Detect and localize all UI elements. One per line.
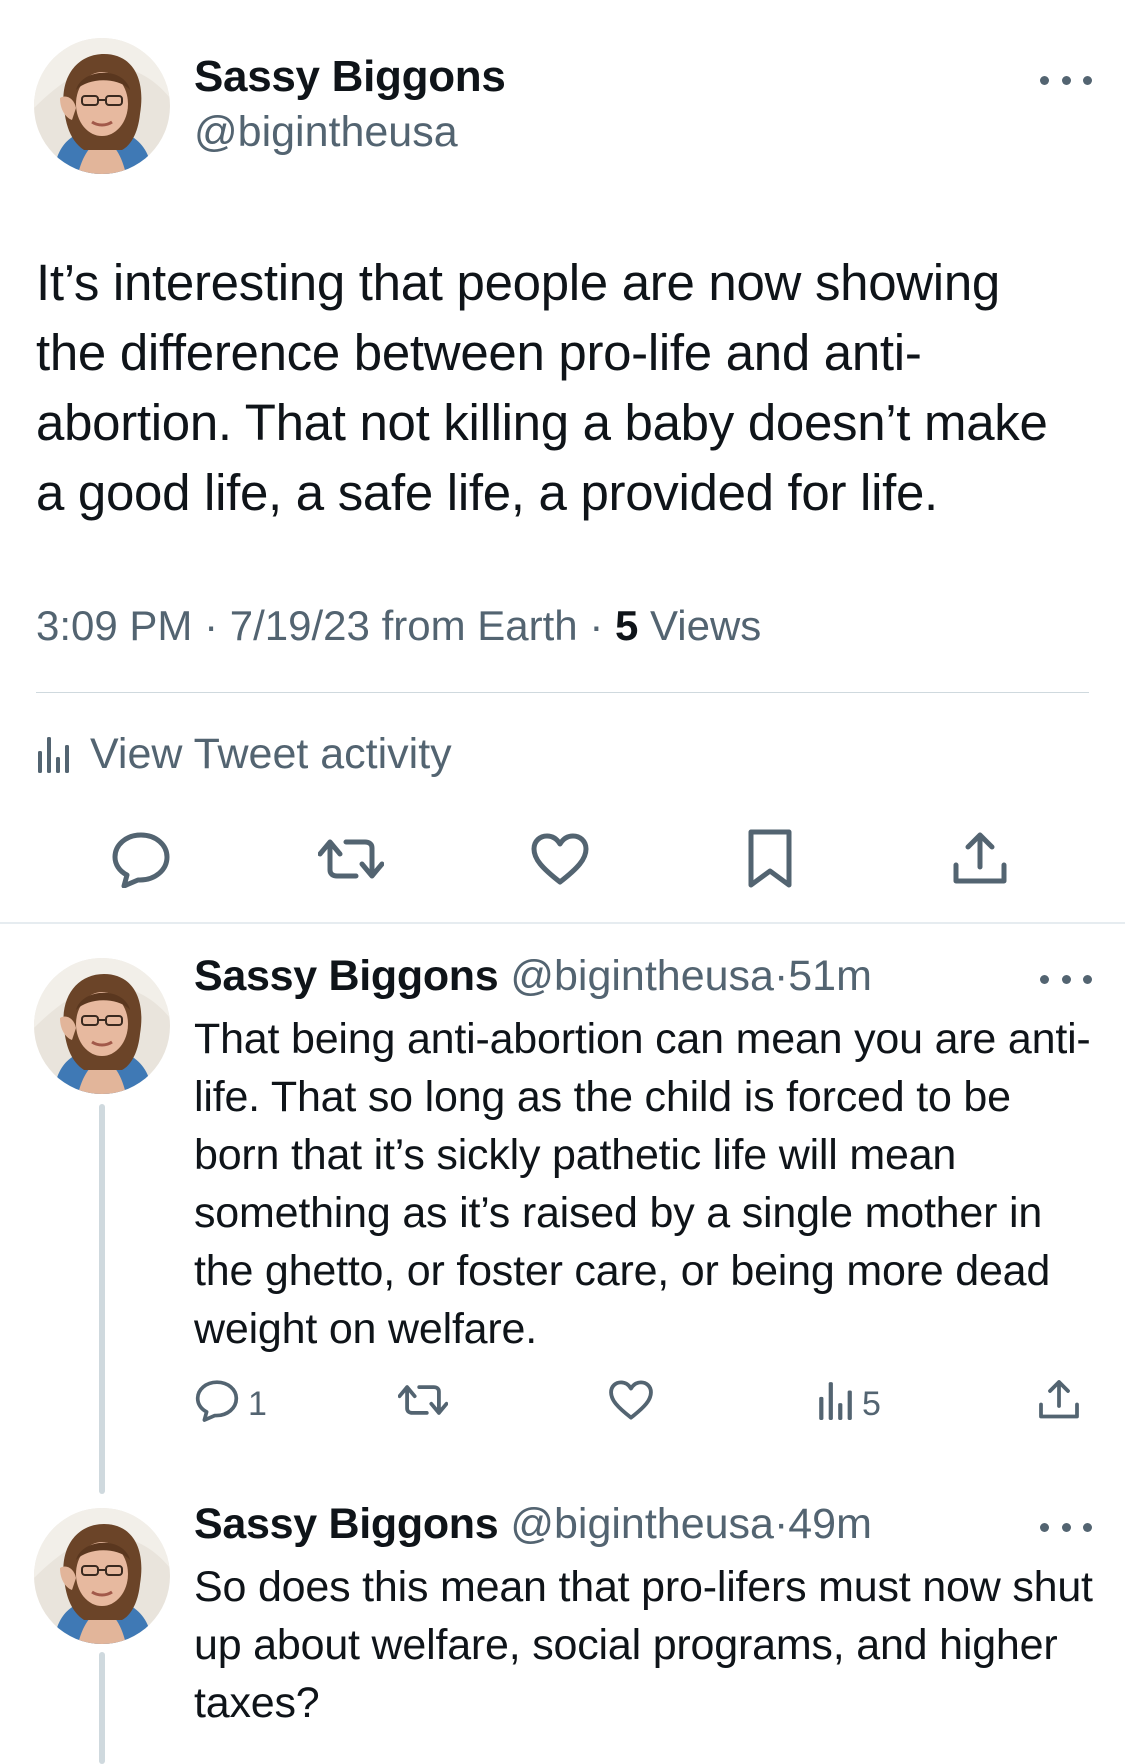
tweet-date[interactable]: 7/19/23 (230, 602, 370, 649)
separator: · (773, 952, 789, 1000)
reply-header: Sassy Biggons @bigintheusa·51m (194, 952, 872, 1001)
view-activity-label: View Tweet activity (90, 729, 452, 778)
separator: · (589, 602, 604, 649)
views-count: 5 (862, 1384, 881, 1423)
share-button[interactable] (1038, 1376, 1080, 1432)
reply-time[interactable]: 51m (788, 952, 872, 1000)
author-name[interactable]: Sassy Biggons (194, 952, 499, 1000)
author-name[interactable]: Sassy Biggons (194, 1500, 499, 1548)
analytics-icon (816, 1380, 854, 1429)
share-icon (1038, 1379, 1080, 1430)
reply-icon (110, 830, 172, 893)
views-label: Views (650, 602, 762, 649)
tweet-time[interactable]: 3:09 PM (36, 602, 192, 649)
author-handle[interactable]: @bigintheusa (510, 1500, 774, 1548)
share-button[interactable] (952, 826, 1008, 896)
view-activity-link[interactable]: View Tweet activity (36, 726, 452, 782)
retweet-icon (317, 834, 385, 889)
views-button[interactable]: 5 (816, 1376, 881, 1432)
bookmark-icon (746, 829, 794, 894)
tweet-text: It’s interesting that people are now sho… (36, 254, 1048, 521)
retweet-button[interactable] (317, 826, 385, 896)
separator: · (773, 1500, 789, 1548)
like-icon (608, 1379, 654, 1430)
more-options-icon[interactable] (1040, 1515, 1092, 1539)
analytics-icon (36, 735, 70, 773)
avatar[interactable] (34, 38, 170, 174)
retweet-button[interactable] (397, 1376, 449, 1432)
author-name[interactable]: Sassy Biggons (194, 52, 506, 102)
reply-text: That being anti-abortion can mean you ar… (194, 1015, 1091, 1353)
like-button[interactable] (530, 826, 590, 896)
more-options-icon[interactable] (1040, 967, 1092, 991)
bookmark-button[interactable] (746, 826, 794, 896)
author-handle[interactable]: @bigintheusa (194, 108, 458, 157)
author-handle[interactable]: @bigintheusa (510, 952, 774, 1000)
retweet-icon (397, 1381, 449, 1428)
tweet-meta: 3:09 PM · 7/19/23 from Earth · 5 Views (36, 602, 761, 650)
views-count: 5 (614, 602, 639, 649)
divider (36, 692, 1089, 693)
reply-header: Sassy Biggons @bigintheusa·49m (194, 1500, 872, 1549)
reply-button[interactable]: 1 (194, 1376, 267, 1432)
tweet-source: from Earth (381, 602, 578, 649)
share-icon (952, 831, 1008, 892)
avatar[interactable] (34, 1508, 170, 1644)
reply-button[interactable] (110, 826, 172, 896)
like-button[interactable] (608, 1376, 654, 1432)
thread-line (99, 1652, 105, 1764)
thread-line (99, 1104, 105, 1494)
like-icon (530, 832, 590, 891)
tweet-actions (0, 826, 1125, 896)
reply-text: So does this mean that pro-lifers must n… (194, 1563, 1093, 1727)
avatar[interactable] (34, 958, 170, 1094)
separator: · (204, 602, 219, 649)
section-divider (0, 922, 1125, 924)
more-options-icon[interactable] (1040, 68, 1092, 92)
reply-time[interactable]: 49m (788, 1500, 872, 1548)
reply-actions: 1 5 (194, 1376, 1084, 1432)
reply-count: 1 (248, 1384, 267, 1423)
reply-icon (194, 1378, 240, 1431)
